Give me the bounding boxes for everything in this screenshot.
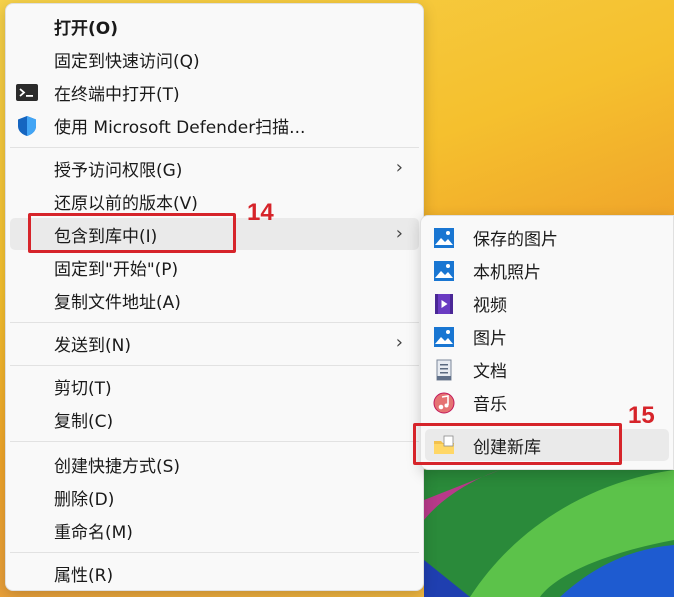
menu-item-label: 发送到(N) bbox=[54, 335, 131, 356]
menu-item-label: 还原以前的版本(V) bbox=[54, 193, 198, 214]
chevron-right-icon: › bbox=[395, 223, 403, 244]
menu-item-label: 创建快捷方式(S) bbox=[54, 456, 181, 477]
menu-item-label: 复制文件地址(A) bbox=[54, 292, 181, 313]
menu-item-send-to[interactable]: 发送到(N) › bbox=[6, 327, 423, 359]
menu-separator bbox=[10, 322, 419, 323]
chevron-right-icon: › bbox=[395, 157, 403, 178]
menu-item-label: 属性(R) bbox=[54, 565, 114, 586]
defender-shield-icon bbox=[16, 115, 38, 137]
menu-item-delete[interactable]: 删除(D) bbox=[6, 481, 423, 513]
video-library-icon bbox=[433, 293, 455, 315]
chevron-right-icon: › bbox=[395, 332, 403, 353]
menu-item-cut[interactable]: 剪切(T) bbox=[6, 370, 423, 402]
picture-library-icon bbox=[433, 227, 455, 249]
music-library-icon bbox=[433, 392, 455, 414]
menu-item-pin-to-start[interactable]: 固定到"开始"(P) bbox=[6, 251, 423, 283]
menu-item-label: 重命名(M) bbox=[54, 522, 133, 543]
menu-item-create-shortcut[interactable]: 创建快捷方式(S) bbox=[6, 448, 423, 480]
menu-item-rename[interactable]: 重命名(M) bbox=[6, 514, 423, 546]
submenu-item-camera-roll[interactable]: 本机照片 bbox=[421, 254, 673, 286]
menu-separator bbox=[10, 552, 419, 553]
submenu-item-label: 保存的图片 bbox=[473, 230, 558, 250]
submenu-item-label: 音乐 bbox=[473, 395, 507, 415]
submenu-item-label: 本机照片 bbox=[473, 263, 541, 283]
picture-library-icon bbox=[433, 326, 455, 348]
menu-separator bbox=[10, 441, 419, 442]
menu-item-copy-path[interactable]: 复制文件地址(A) bbox=[6, 284, 423, 316]
submenu-item-label: 图片 bbox=[473, 329, 507, 349]
menu-item-label: 复制(C) bbox=[54, 411, 114, 432]
step-15-label: 15 bbox=[628, 402, 655, 429]
menu-item-open-in-terminal[interactable]: 在终端中打开(T) bbox=[6, 76, 423, 108]
submenu-item-documents[interactable]: 文档 bbox=[421, 353, 673, 385]
menu-item-label: 在终端中打开(T) bbox=[54, 84, 180, 105]
menu-item-label: 固定到快速访问(Q) bbox=[54, 51, 200, 72]
picture-library-icon bbox=[433, 260, 455, 282]
menu-item-label: 使用 Microsoft Defender扫描... bbox=[54, 117, 306, 138]
submenu-item-pictures[interactable]: 图片 bbox=[421, 320, 673, 352]
submenu-item-label: 文档 bbox=[473, 362, 507, 382]
menu-separator bbox=[10, 365, 419, 366]
menu-item-copy[interactable]: 复制(C) bbox=[6, 403, 423, 435]
terminal-icon bbox=[16, 82, 38, 104]
menu-separator bbox=[10, 147, 419, 148]
document-library-icon bbox=[433, 359, 455, 381]
menu-item-label: 删除(D) bbox=[54, 489, 115, 510]
menu-item-open[interactable]: 打开(O) bbox=[6, 10, 423, 42]
menu-item-grant-access[interactable]: 授予访问权限(G) › bbox=[6, 152, 423, 184]
step-15-highlight-box bbox=[413, 423, 622, 465]
submenu-item-videos[interactable]: 视频 bbox=[421, 287, 673, 319]
context-menu: 打开(O) 固定到快速访问(Q) 在终端中打开(T) 使用 Microsoft … bbox=[5, 3, 424, 591]
menu-item-label: 固定到"开始"(P) bbox=[54, 259, 179, 280]
menu-item-properties[interactable]: 属性(R) bbox=[6, 557, 423, 589]
step-14-highlight-box bbox=[28, 213, 236, 253]
menu-item-defender-scan[interactable]: 使用 Microsoft Defender扫描... bbox=[6, 109, 423, 141]
menu-item-pin-quick-access[interactable]: 固定到快速访问(Q) bbox=[6, 43, 423, 75]
menu-item-label: 授予访问权限(G) bbox=[54, 160, 183, 181]
menu-item-label: 打开(O) bbox=[54, 18, 118, 39]
menu-item-label: 剪切(T) bbox=[54, 378, 112, 399]
submenu-item-saved-pictures[interactable]: 保存的图片 bbox=[421, 221, 673, 253]
step-14-label: 14 bbox=[247, 199, 274, 226]
submenu-item-label: 视频 bbox=[473, 296, 507, 316]
